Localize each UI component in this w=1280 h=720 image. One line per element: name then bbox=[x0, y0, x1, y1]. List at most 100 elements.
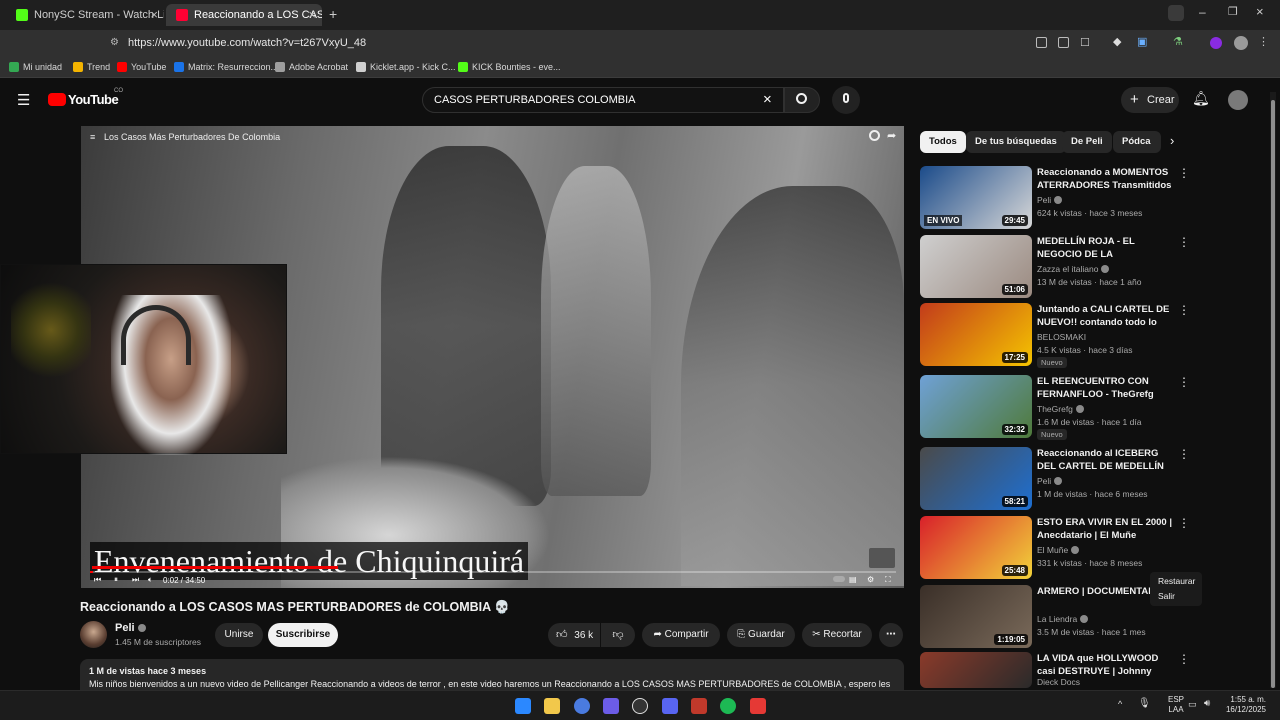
close-window-icon[interactable]: × bbox=[1256, 4, 1264, 19]
related-video-item[interactable]: 58:21 Reaccionando al ICEBERG DEL CARTEL … bbox=[920, 447, 1190, 511]
puzzle-icon[interactable]: ▣ bbox=[1137, 35, 1147, 48]
watch-later-icon[interactable] bbox=[869, 130, 880, 141]
spotify-icon[interactable] bbox=[720, 698, 736, 714]
related-video-item[interactable]: LA VIDA que HOLLYWOOD casi DESTRUYE | Jo… bbox=[920, 652, 1190, 688]
more-options-icon[interactable]: ⋮ bbox=[1178, 235, 1190, 249]
related-video-channel[interactable]: Peli bbox=[1037, 475, 1063, 487]
address-bar[interactable]: ⚙ https://www.youtube.com/watch?v=t267Vx… bbox=[104, 33, 1004, 53]
create-button[interactable]: + Crear bbox=[1121, 87, 1179, 113]
chip-de-tus-busquedas[interactable]: De tus búsquedas bbox=[966, 131, 1066, 153]
related-video-channel[interactable]: Peli bbox=[1037, 194, 1063, 206]
related-video-channel[interactable]: BELOSMAKI bbox=[1037, 331, 1086, 343]
bookmark-matrix[interactable]: Matrix: Resurreccion... bbox=[174, 60, 278, 74]
account-avatar[interactable] bbox=[1228, 90, 1248, 110]
autoplay-toggle[interactable] bbox=[833, 576, 845, 582]
chip-de-peli[interactable]: De Peli bbox=[1062, 131, 1112, 153]
channel-name[interactable]: Peli bbox=[115, 622, 146, 634]
tab-nonysc[interactable]: NonySC Stream - Watch Live o × bbox=[6, 4, 164, 26]
related-video-channel[interactable]: TheGrefg bbox=[1037, 403, 1084, 415]
profile-purple-icon[interactable] bbox=[1210, 37, 1222, 49]
related-video-channel[interactable]: La Liendra bbox=[1037, 613, 1089, 625]
scrollbar-thumb[interactable] bbox=[1271, 100, 1275, 688]
discord-icon[interactable] bbox=[662, 698, 678, 714]
subtitles-icon[interactable]: ▤ bbox=[849, 575, 857, 584]
related-video-channel[interactable]: Zazza el italiano bbox=[1037, 263, 1110, 275]
related-video-item[interactable]: 17:25 Juntando a CALI CARTEL DE NUEVO!! c… bbox=[920, 303, 1190, 368]
share-arrow-icon[interactable]: ➦ bbox=[887, 129, 896, 142]
previous-icon[interactable]: ⏮ bbox=[94, 575, 101, 585]
tf-app-icon[interactable] bbox=[691, 698, 707, 714]
video-thumbnail[interactable]: 51:06 bbox=[920, 235, 1032, 298]
share-button[interactable]: ➦ Compartir bbox=[642, 623, 720, 647]
browser-icon[interactable] bbox=[574, 698, 590, 714]
volume-icon[interactable]: 🔈︎ bbox=[148, 575, 153, 585]
related-video-title[interactable]: Reaccionando al ICEBERG DEL CARTEL DE ME… bbox=[1037, 447, 1177, 473]
page-scrollbar[interactable] bbox=[1270, 92, 1276, 688]
related-video-title[interactable]: ESTO ERA VIVIR EN EL 2000 | Anecdatario … bbox=[1037, 516, 1177, 542]
maximize-icon[interactable]: ❐ bbox=[1228, 5, 1238, 18]
chip-podcasts[interactable]: Pódca bbox=[1113, 131, 1161, 153]
related-video-title[interactable]: Reaccionando a MOMENTOS ATERRADORES Tran… bbox=[1037, 166, 1177, 192]
bookmark-kicklet[interactable]: Kicklet.app - Kick C... bbox=[356, 60, 456, 74]
channel-avatar[interactable] bbox=[80, 621, 107, 648]
new-tab-icon[interactable]: + bbox=[329, 6, 337, 22]
related-video-item[interactable]: 25:48 ESTO ERA VIVIR EN EL 2000 | Anecdat… bbox=[920, 516, 1190, 580]
system-clock[interactable]: 1:55 a. m. 16/12/2025 bbox=[1226, 695, 1266, 715]
bookmark-mi-unidad[interactable]: Mi unidad bbox=[9, 60, 62, 74]
video-thumbnail[interactable]: 1:19:05 bbox=[920, 585, 1032, 648]
related-video-channel[interactable]: Dieck Docs bbox=[1037, 676, 1080, 688]
join-button[interactable]: Unirse bbox=[215, 623, 263, 647]
close-tab-icon[interactable]: × bbox=[150, 4, 158, 26]
app-purple-icon[interactable] bbox=[603, 698, 619, 714]
video-thumbnail[interactable]: 17:25 bbox=[920, 303, 1032, 366]
pause-icon[interactable]: ⏸ bbox=[114, 575, 118, 585]
profile-avatar-icon[interactable] bbox=[1234, 36, 1248, 50]
related-video-item[interactable]: 32:32 EL REENCUENTRO CON FERNANFLOO - The… bbox=[920, 375, 1190, 440]
hamburger-menu-icon[interactable]: ☰ bbox=[17, 91, 30, 109]
clear-search-icon[interactable]: × bbox=[763, 88, 772, 112]
like-button[interactable]: 👍︎ 36 k bbox=[548, 623, 600, 647]
chips-next-icon[interactable]: › bbox=[1170, 133, 1174, 148]
search-input[interactable]: CASOS PERTURBADORES COLOMBIA × bbox=[422, 87, 784, 113]
subscribe-button[interactable]: Suscribirse bbox=[268, 623, 338, 647]
network-icon[interactable]: ▭ bbox=[1188, 699, 1197, 710]
bookmark-adobe[interactable]: Adobe Acrobat bbox=[275, 60, 348, 74]
windows-start-icon[interactable] bbox=[515, 698, 531, 714]
related-video-item[interactable]: 51:06 MEDELLÍN ROJA - EL NEGOCIO DE LA PR… bbox=[920, 235, 1190, 299]
clip-button[interactable]: ✂ Recortar bbox=[802, 623, 872, 647]
obs-icon[interactable] bbox=[632, 698, 648, 714]
bookmark-kick-bounties[interactable]: KICK Bounties - eve... bbox=[458, 60, 561, 74]
language-indicator[interactable]: ESP LAA bbox=[1168, 695, 1184, 715]
more-options-icon[interactable]: ⋮ bbox=[1178, 303, 1190, 317]
bookmark-trend[interactable]: Trend bbox=[73, 60, 110, 74]
tab-active-youtube[interactable]: Reaccionando a LOS CASOS × bbox=[166, 4, 322, 26]
more-options-icon[interactable]: ⋮ bbox=[1178, 516, 1190, 530]
related-video-title[interactable]: MEDELLÍN ROJA - EL NEGOCIO DE LA PROSTIT… bbox=[1037, 235, 1177, 261]
settings-icon[interactable]: ⚙ bbox=[867, 575, 874, 584]
site-info-icon[interactable]: ⚙ bbox=[110, 33, 119, 53]
app-red-icon[interactable] bbox=[750, 698, 766, 714]
share-icon[interactable] bbox=[1058, 37, 1069, 48]
speaker-icon[interactable]: 🔊︎ bbox=[1204, 698, 1210, 709]
menu-item-restaurar[interactable]: Restaurar bbox=[1158, 574, 1195, 589]
related-video-title[interactable]: Juntando a CALI CARTEL DE NUEVO!! contan… bbox=[1037, 303, 1177, 329]
video-thumbnail[interactable]: 58:21 bbox=[920, 447, 1032, 510]
more-options-icon[interactable]: ⋮ bbox=[1178, 375, 1190, 389]
video-thumbnail[interactable]: 29:45 EN VIVO bbox=[920, 166, 1032, 229]
related-video-title[interactable]: LA VIDA que HOLLYWOOD casi DESTRUYE | Jo… bbox=[1037, 652, 1177, 678]
extension-icon[interactable] bbox=[1036, 37, 1047, 48]
more-actions-button[interactable]: ⋯ bbox=[879, 623, 903, 647]
tab-search-icon[interactable] bbox=[1168, 5, 1184, 21]
more-options-icon[interactable]: ⋮ bbox=[1178, 166, 1190, 180]
more-options-icon[interactable]: ⋮ bbox=[1178, 652, 1190, 666]
menu-item-salir[interactable]: Salir bbox=[1158, 589, 1194, 604]
bookmark-icon[interactable]: ☐ bbox=[1080, 36, 1090, 49]
related-video-title[interactable]: EL REENCUENTRO CON FERNANFLOO - TheGrefg bbox=[1037, 375, 1177, 401]
video-thumbnail[interactable] bbox=[920, 652, 1032, 688]
tray-mic-icon[interactable]: 🎙︎ bbox=[1138, 698, 1151, 709]
flask-icon[interactable]: ⚗ bbox=[1173, 35, 1183, 48]
close-tab-icon[interactable]: × bbox=[308, 4, 316, 26]
chip-todos[interactable]: Todos bbox=[920, 131, 966, 153]
notifications-bell-icon[interactable]: 🔔︎ bbox=[1192, 90, 1210, 107]
save-button[interactable]: ⎘ Guardar bbox=[727, 623, 795, 647]
